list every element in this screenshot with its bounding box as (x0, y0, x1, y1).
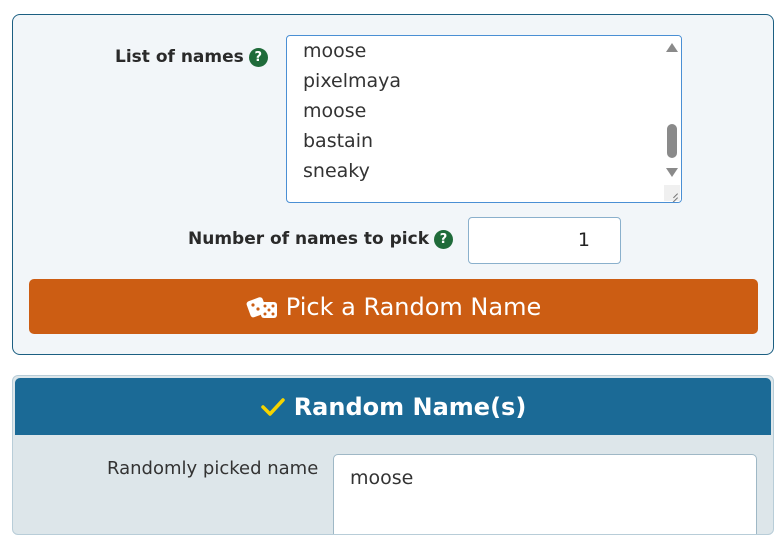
names-label-row: List of names ? (115, 47, 268, 67)
scroll-up-arrow-icon[interactable] (666, 43, 678, 52)
count-input[interactable]: 1 (468, 217, 621, 264)
random-name-form: List of names ? moose moose pixelmaya mo… (12, 14, 774, 355)
count-label: Number of names to pick (188, 229, 429, 249)
result-header: Random Name(s) (15, 378, 771, 435)
picked-name-label: Randomly picked name (107, 458, 319, 479)
names-textarea[interactable]: moose moose pixelmaya moose bastain snea… (286, 35, 682, 203)
scroll-down-arrow-icon[interactable] (666, 168, 678, 177)
pick-button-label: Pick a Random Name (285, 292, 542, 321)
result-card: Random Name(s) Randomly picked name moos… (12, 375, 774, 535)
dice-icon (246, 296, 277, 318)
help-icon[interactable]: ? (248, 47, 268, 67)
names-list: moose moose pixelmaya moose bastain snea… (303, 36, 402, 186)
name-line: sneaky (303, 160, 370, 182)
scroll-thumb[interactable] (667, 124, 677, 158)
name-line: pixelmaya (303, 70, 402, 92)
help-icon[interactable]: ? (434, 229, 453, 249)
picked-name-output[interactable]: moose (333, 454, 757, 534)
name-line: bastain (303, 130, 374, 152)
name-line: moose (303, 40, 367, 62)
pick-random-name-button[interactable]: Pick a Random Name (29, 279, 758, 334)
names-scrollbar[interactable] (663, 36, 681, 202)
name-line: moose (303, 100, 367, 122)
result-title: Random Name(s) (293, 392, 527, 421)
names-label: List of names (115, 47, 244, 67)
count-label-row: Number of names to pick ? (188, 229, 453, 249)
checkmark-icon (260, 397, 285, 416)
resize-grip-icon[interactable] (664, 185, 680, 201)
